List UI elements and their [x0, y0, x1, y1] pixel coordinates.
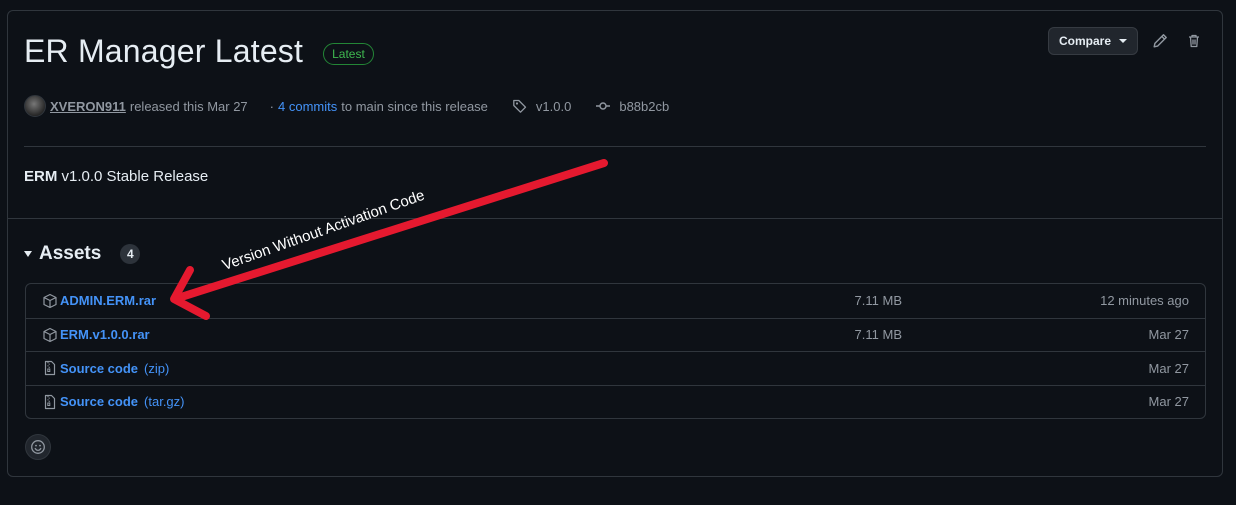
annotation-arrow — [170, 159, 608, 320]
